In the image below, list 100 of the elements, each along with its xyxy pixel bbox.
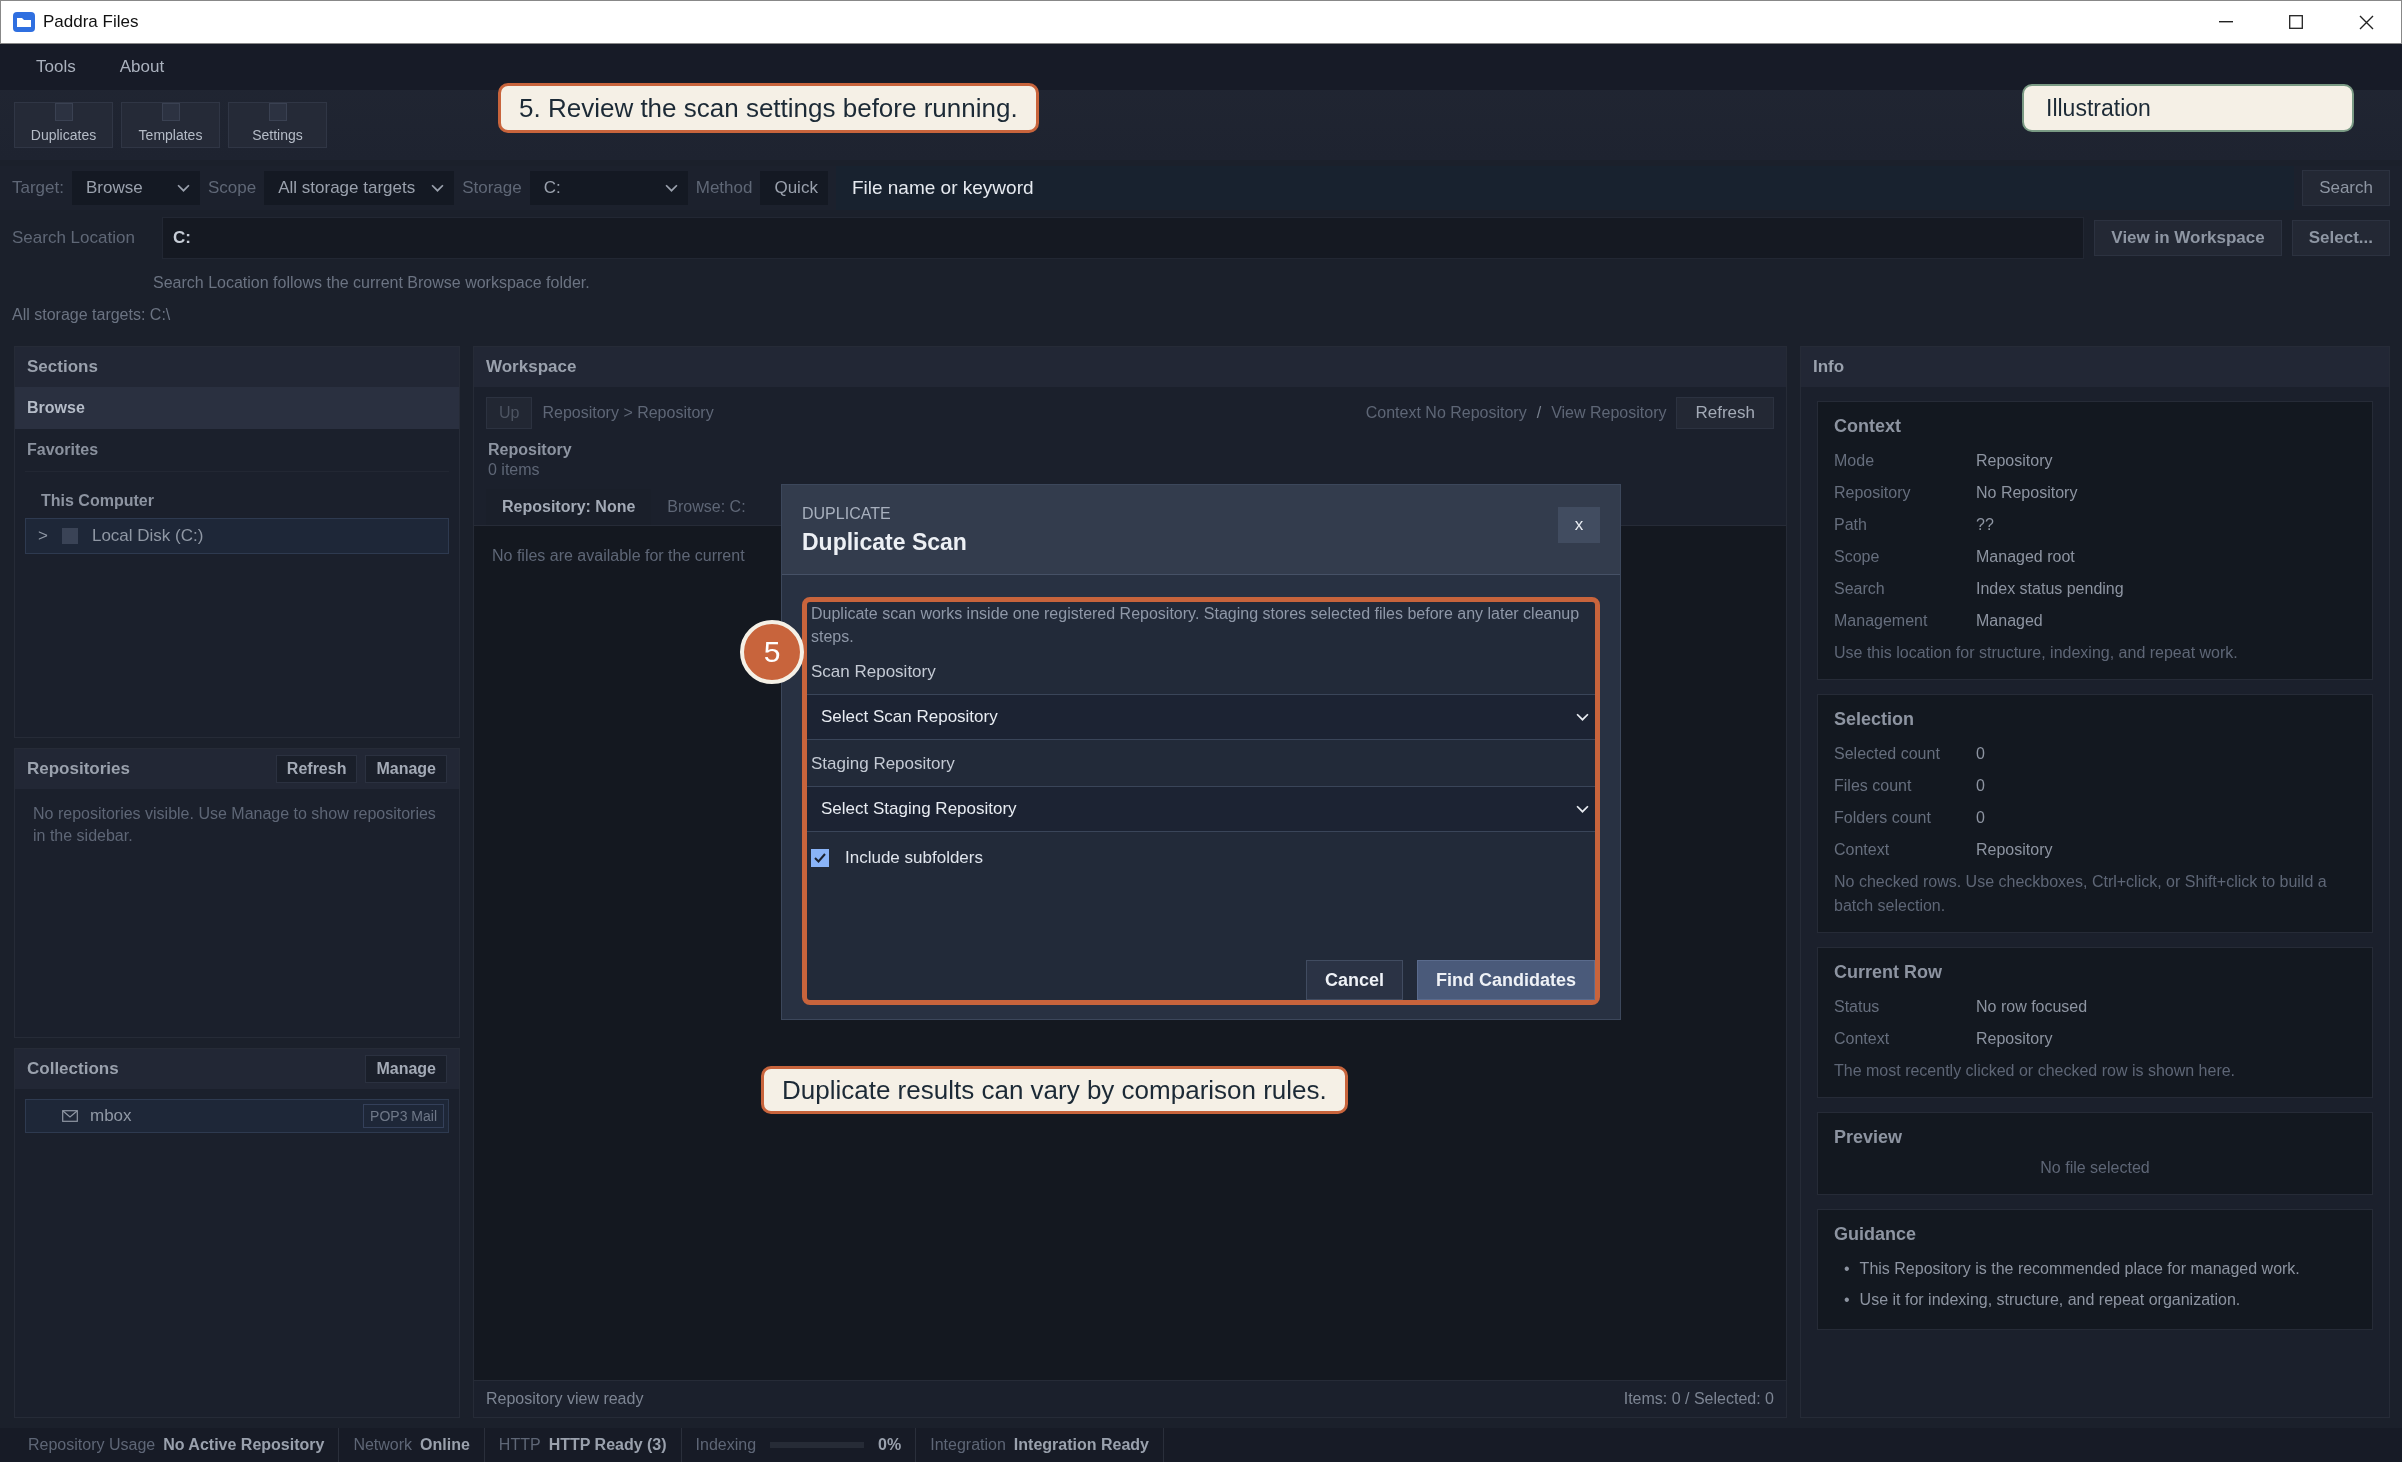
status-label: Repository Usage [28, 1436, 156, 1454]
field-label: Context [1834, 840, 1891, 860]
target-dropdown[interactable]: Browse [72, 171, 200, 205]
folder-icon [13, 12, 35, 32]
status-label: HTTP [498, 1436, 541, 1454]
item-count: 0 items [487, 460, 541, 479]
toolbar-button[interactable]: Templates [121, 102, 220, 148]
field-value: Managed [1976, 611, 2043, 631]
callout: Duplicate results can vary by comparison rules. [761, 1066, 1348, 1114]
status-value: HTTP Ready (3) [548, 1436, 667, 1454]
guidance-item: Use it for indexing, structure, and repeat organization. [1859, 1290, 2241, 1310]
panel-button[interactable]: Manage [365, 1055, 447, 1083]
status-label: Indexing [695, 1436, 757, 1454]
menu-item[interactable]: Tools [14, 57, 98, 77]
panel-button[interactable]: Manage [365, 755, 447, 783]
status-label: Integration [930, 1436, 1006, 1454]
field-value: 0 [1976, 808, 1985, 828]
field-label: Selected count [1834, 744, 1941, 764]
scope-dropdown[interactable]: All storage targets [264, 171, 455, 205]
location-hint: Search Location follows the current Browse workspace folder. [153, 274, 590, 291]
illustration-tag: Illustration [2022, 84, 2354, 132]
section-item[interactable]: Browse [15, 387, 459, 429]
collection-tag: POP3 Mail [363, 1104, 444, 1128]
view-text: View Repository [1551, 404, 1667, 422]
item-totals: Items: 0 / Selected: 0 [1623, 1390, 1774, 1408]
envelope-icon [62, 1110, 78, 1122]
method-field[interactable]: Quick [760, 171, 828, 205]
status-value: 0% [878, 1436, 902, 1454]
card-note: Use this location for structure, indexing, and repeat work. [1834, 643, 2239, 663]
workspace-heading: Repository [487, 440, 573, 459]
panel-title: Info [1813, 357, 1846, 377]
location-label: Search Location [12, 228, 136, 248]
storage-label: Storage [462, 178, 522, 198]
collection-item[interactable]: mbox POP3 Mail [25, 1099, 449, 1133]
find-candidates-button[interactable]: Find Candidates [1417, 960, 1595, 1000]
search-button[interactable]: Search [2302, 170, 2390, 206]
refresh-button[interactable]: Refresh [1676, 397, 1774, 429]
tree-item[interactable]: > Local Disk (C:) [25, 518, 449, 554]
field-label: Folders count [1834, 808, 1932, 828]
card-title: Preview [1834, 1127, 1904, 1148]
chevron-icon [1576, 712, 1589, 722]
status-label: Network [353, 1436, 413, 1454]
select-button[interactable]: Select... [2291, 220, 2390, 256]
square-icon [161, 103, 180, 121]
field-value: Index status pending [1976, 579, 2124, 599]
field-value: 0 [1976, 744, 1985, 764]
status-value: No Active Repository [163, 1436, 325, 1454]
toolbar-button[interactable]: Settings [228, 102, 327, 148]
repository-select[interactable]: Select Scan Repository [807, 694, 1595, 741]
checkbox[interactable] [61, 528, 78, 544]
view-in-workspace-button[interactable]: View in Workspace [2094, 220, 2282, 256]
card-title: Context [1834, 416, 1902, 437]
toolbar-button[interactable]: Duplicates [14, 102, 113, 148]
panel-title: Sections [27, 357, 99, 377]
bullet: • [1844, 1290, 1850, 1310]
location-field[interactable]: C: [162, 217, 2085, 259]
chevron-icon [1576, 804, 1589, 814]
panel-title: Repositories [27, 759, 131, 779]
repository-select[interactable]: Select Staging Repository [807, 786, 1595, 833]
expander-toggle[interactable]: > [38, 526, 48, 546]
status-value: Online [420, 1436, 470, 1454]
panel-title: Collections [27, 1059, 120, 1079]
checkbox-label: Include subfolders [845, 848, 983, 869]
search-field[interactable]: File name or keyword [835, 166, 2295, 210]
field-label: Path [1834, 515, 1868, 535]
storage-dropdown[interactable]: C: [529, 171, 688, 205]
storage-targets-text: All storage targets: C:\ [12, 306, 171, 323]
field-label: Scope [1834, 547, 1881, 567]
card-title: Current Row [1834, 962, 1943, 983]
field-label: Mode [1834, 451, 1876, 471]
menu-item[interactable]: About [97, 57, 187, 77]
separator: / [1536, 404, 1542, 422]
square-icon [54, 103, 73, 121]
preview-note: No file selected [2039, 1158, 2151, 1178]
cancel-button[interactable]: Cancel [1305, 960, 1403, 1000]
field-value: ?? [1976, 515, 1994, 535]
empty-message: No repositories visible. Use Manage to show repositories in the sidebar. [32, 804, 437, 847]
chevron-icon [664, 183, 678, 193]
field-label: Repository [1834, 483, 1912, 503]
guidance-item: This Repository is the recommended place for managed work. [1859, 1259, 2300, 1279]
panel-button[interactable]: Refresh [275, 755, 358, 783]
minimize-icon [2219, 21, 2233, 23]
panel-title: Workspace [486, 357, 578, 377]
empty-message: No files are available for the current [492, 547, 745, 564]
checkbox[interactable] [811, 849, 829, 868]
square-icon [268, 103, 287, 121]
close-button[interactable]: x [1558, 507, 1600, 543]
method-label: Method [695, 178, 753, 198]
field-label: Search [1834, 579, 1886, 599]
breadcrumb: Repository > Repository [542, 404, 715, 422]
card-note: The most recently clicked or checked row is shown here. [1834, 1061, 2237, 1081]
section-item[interactable]: Favorites [15, 429, 459, 471]
field-value: No row focused [1976, 997, 2088, 1017]
status-value: Integration Ready [1013, 1436, 1149, 1454]
field-value: Repository [1976, 840, 2053, 860]
field-value: Managed root [1976, 547, 2075, 567]
field-value: 0 [1976, 776, 1985, 796]
maximize-icon [2289, 15, 2303, 29]
dialog-title: Duplicate Scan [802, 529, 968, 556]
bullet: • [1844, 1259, 1850, 1279]
